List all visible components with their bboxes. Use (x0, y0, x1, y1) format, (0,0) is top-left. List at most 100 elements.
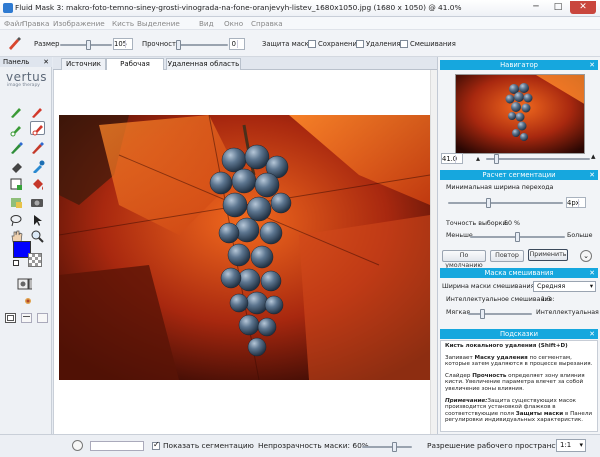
tool-panel: Панель ✕ vertus image therapy (0, 57, 52, 434)
fill-keep-tool[interactable] (9, 177, 24, 191)
hints-close-icon[interactable]: ✕ (589, 329, 595, 339)
default-button[interactable]: По умолчанию (442, 250, 486, 269)
title-bar: Fluid Mask 3: makro-foto-temno-siney-gro… (0, 0, 600, 17)
navigator-thumbnail (456, 75, 584, 153)
strength-slider[interactable] (176, 40, 228, 50)
protect-save-label: Сохранения (318, 40, 361, 48)
size-slider[interactable] (60, 40, 112, 50)
menu-bar: Файл Правка Изображение Кисть Выделение … (0, 17, 600, 30)
menu-help[interactable]: Справка (251, 19, 283, 28)
zoom-tool[interactable] (30, 229, 45, 243)
blend-mask-close-icon[interactable]: ✕ (589, 268, 595, 278)
view-mode-tool[interactable] (17, 277, 41, 291)
min-width-slider[interactable] (448, 198, 563, 208)
delete-brush-tool[interactable] (30, 105, 45, 119)
fill-bucket-icon (33, 179, 43, 190)
blend-width-value: Средняя (537, 283, 566, 290)
keep-brush-tool[interactable] (9, 105, 24, 119)
expand-chevron-icon[interactable]: ⌄ (580, 250, 592, 262)
protect-blend-checkbox[interactable] (400, 40, 408, 48)
work-area[interactable] (53, 70, 438, 434)
segmented-photo[interactable] (59, 115, 430, 380)
segmentation-close-icon[interactable]: ✕ (589, 170, 595, 180)
menu-selection[interactable]: Выделение (137, 19, 180, 28)
smart-blend-value: 1:3 (541, 296, 552, 303)
min-width-spinbox[interactable]: 4px (566, 197, 586, 208)
tab-removed-area[interactable]: Удаленная область (166, 58, 241, 70)
preview-tool[interactable] (21, 294, 36, 308)
tab-workspace[interactable]: Рабочая область (106, 58, 164, 79)
accuracy-slider[interactable] (470, 232, 565, 242)
brand-logo: vertus (6, 70, 47, 84)
protect-save-checkbox[interactable] (308, 40, 316, 48)
resolution-select[interactable]: 1:1 ▾ (556, 439, 586, 452)
keep-local-brush-tool[interactable] (9, 123, 24, 137)
zoom-out-icon[interactable]: ▴ (476, 154, 480, 163)
layout-split-button[interactable] (21, 313, 32, 323)
panel-title: Панель (3, 58, 30, 66)
navigator-header: Навигатор ✕ (440, 60, 598, 70)
accuracy-more-label: Больше (567, 232, 593, 239)
menu-brush[interactable]: Кисть (112, 19, 134, 28)
checkmark-icon: ✓ (153, 440, 160, 449)
zoom-slider[interactable] (486, 154, 590, 164)
hint-p2: Слайдер Прочность определяет зону влияни… (445, 372, 585, 392)
repeat-button[interactable]: Повтор (490, 250, 524, 262)
min-width-label: Минимальная ширина перехода (446, 184, 554, 191)
mask-opacity-slider[interactable] (362, 442, 412, 452)
exact-brush-tool[interactable] (30, 159, 45, 174)
red-brush-icon (32, 108, 42, 118)
right-panel: Навигатор ✕ 41.0 ▴ ▴ Расчет сегментации ✕ … (437, 57, 600, 434)
navigator-title: Навигатор (500, 61, 538, 69)
hints-title: Подсказки (499, 330, 539, 338)
menu-view[interactable]: Вид (199, 19, 214, 28)
red-local-brush-icon (32, 125, 43, 136)
navigator-preview[interactable] (455, 74, 585, 154)
menu-edit[interactable]: Правка (22, 19, 49, 28)
accuracy-less-label: Меньше (446, 232, 473, 239)
eraser-tool[interactable] (9, 159, 24, 173)
mask-view-toggle[interactable] (72, 440, 83, 451)
hint-p3: Примечание:Защита существующих масок прои… (445, 397, 593, 424)
smart-blend-slider[interactable] (468, 309, 532, 319)
menu-window[interactable]: Окно (224, 19, 243, 28)
protect-delete-checkbox[interactable] (356, 40, 364, 48)
blend-width-select[interactable]: Средняя ▾ (533, 281, 596, 292)
close-button[interactable]: ✕ (570, 1, 596, 14)
patch-brush-tool[interactable] (30, 141, 45, 155)
mask-opacity-label: Непрозрачность маски: 60% (258, 441, 369, 450)
layout-single-button[interactable] (5, 313, 16, 323)
menu-file[interactable]: Файл (4, 19, 24, 28)
layout-full-button[interactable] (37, 313, 48, 323)
tab-source[interactable]: Источник (61, 58, 106, 70)
menu-image[interactable]: Изображение (53, 19, 105, 28)
fill-square-icon (10, 178, 22, 190)
fill-delete-tool[interactable] (30, 177, 45, 191)
zoom-in-icon[interactable]: ▴ (591, 152, 596, 162)
camera-tool[interactable] (30, 195, 45, 209)
apply-button[interactable]: Применить (528, 249, 568, 261)
background-color-swatch[interactable] (28, 253, 42, 267)
show-segmentation-checkbox[interactable]: ✓ (152, 440, 160, 450)
patch-tool[interactable] (9, 195, 24, 209)
blend-brush-icon (11, 142, 23, 154)
strength-spinbox[interactable]: 0 (229, 38, 245, 50)
blend-brush-tool[interactable] (9, 141, 24, 155)
lasso-icon (10, 215, 22, 227)
accuracy-value: 50 % (504, 220, 520, 227)
hint-heading: Кисть локального удаления (Shift+D) (445, 343, 568, 349)
navigator-close-icon[interactable]: ✕ (589, 60, 595, 70)
blend-width-label: Ширина маски смешивания: (442, 283, 537, 290)
delete-local-brush-tool[interactable] (30, 121, 45, 136)
camera-icon (31, 199, 43, 207)
minimize-button[interactable]: ─ (526, 1, 546, 14)
show-segmentation-label: Показать сегментацию (163, 441, 254, 450)
maximize-button[interactable]: □ (548, 1, 568, 14)
size-spinbox[interactable]: 105 (113, 38, 133, 50)
default-colors-icon[interactable] (13, 260, 19, 266)
zoom-spinbox[interactable]: 41.0 (441, 153, 463, 164)
lasso-tool[interactable] (9, 213, 24, 227)
flower-icon (25, 298, 31, 304)
pointer-tool[interactable] (30, 213, 45, 227)
panel-close-icon[interactable]: ✕ (43, 57, 49, 67)
